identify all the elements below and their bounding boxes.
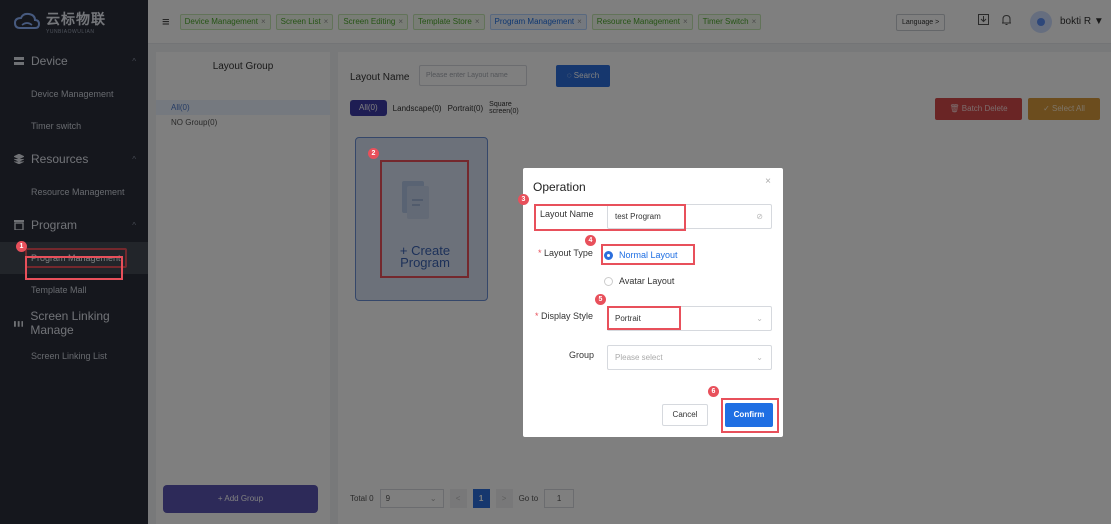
chevron-down-icon: ⌄	[756, 314, 763, 323]
normal-layout-highlight	[601, 244, 695, 265]
dialog-title: Operation	[533, 180, 586, 194]
display-style-highlight	[607, 306, 681, 330]
step-marker-4: 4	[585, 235, 596, 246]
layout-type-label: * Layout Type	[538, 248, 593, 258]
group-label: Group	[569, 350, 595, 360]
required-mark: *	[535, 311, 539, 321]
cancel-button[interactable]: Cancel	[662, 404, 708, 426]
operation-dialog: Operation × Layout Name test Program ⊘ *…	[523, 168, 783, 437]
step-marker-2: 2	[368, 148, 379, 159]
check-circle-icon: ⊘	[756, 212, 763, 221]
required-mark: *	[538, 248, 542, 258]
radio-unselected-icon	[604, 276, 613, 286]
step-marker-6: 6	[708, 386, 719, 397]
display-style-label-text: Display Style	[541, 311, 594, 321]
layout-name-highlight	[534, 204, 686, 231]
chevron-down-icon: ⌄	[756, 353, 763, 362]
step-marker-1: 1	[16, 241, 27, 252]
step-marker-5: 5	[595, 294, 606, 305]
group-select[interactable]: Please select ⌄	[607, 345, 772, 370]
step-marker-3: 3	[518, 194, 529, 205]
group-placeholder: Please select	[615, 353, 663, 362]
program-management-highlight	[25, 256, 123, 280]
radio-avatar-layout[interactable]: Avatar Layout	[604, 276, 674, 286]
radio-avatar-label: Avatar Layout	[619, 276, 675, 286]
confirm-highlight	[721, 398, 779, 433]
layout-type-label-text: Layout Type	[544, 248, 593, 258]
close-icon[interactable]: ×	[765, 176, 771, 187]
display-style-label: * Display Style	[535, 311, 593, 321]
